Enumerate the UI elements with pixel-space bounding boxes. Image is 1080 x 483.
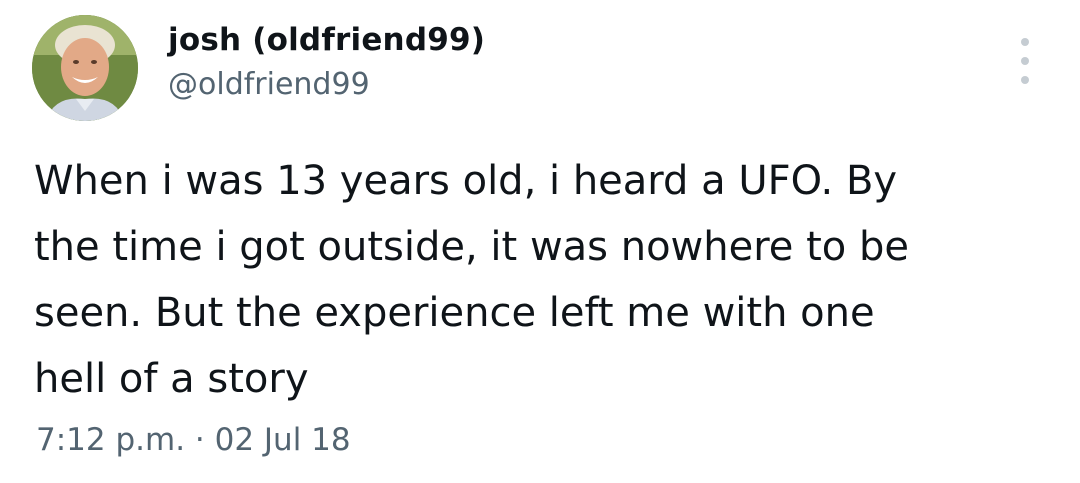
more-options-button[interactable] — [1012, 38, 1038, 84]
tweet-timestamp[interactable]: 7:12 p.m. · 02 Jul 18 — [36, 420, 351, 460]
more-vertical-icon — [1021, 38, 1029, 46]
tweet-header: josh (oldfriend99) @oldfriend99 — [168, 20, 485, 104]
author-display-name[interactable]: josh (oldfriend99) — [168, 20, 485, 60]
author-handle[interactable]: @oldfriend99 — [168, 66, 485, 104]
tweet-card: josh (oldfriend99) @oldfriend99 When i w… — [0, 0, 1080, 483]
more-vertical-icon — [1021, 76, 1029, 84]
tweet-text: When i was 13 years old, i heard a UFO. … — [34, 158, 909, 402]
profile-photo-icon — [32, 15, 138, 121]
more-vertical-icon — [1021, 57, 1029, 65]
avatar[interactable] — [32, 15, 138, 121]
